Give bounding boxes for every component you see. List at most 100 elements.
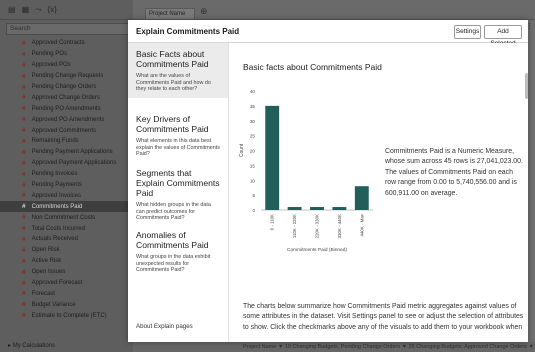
content-scrollbar[interactable] <box>525 73 528 99</box>
braces-icon[interactable]: {x} <box>48 5 57 14</box>
measure-icon: # <box>22 268 26 276</box>
add-tab-icon[interactable]: ⊕ <box>200 6 208 17</box>
y-tick-label: 35 <box>250 104 256 109</box>
field-item[interactable]: # Approved Payment Applications <box>0 158 133 169</box>
nav-item-title: Key Drivers of Commitments Paid <box>136 114 209 134</box>
field-item[interactable]: # Pending Change Requests <box>0 71 133 82</box>
dialog-header: Explain Commitments Paid Settings Add Se… <box>128 20 528 47</box>
chart-bar <box>310 207 324 210</box>
field-label: Open Issues <box>31 269 66 276</box>
field-item[interactable]: # Approved Forecast <box>0 278 133 289</box>
x-tick-label: 440K - Max <box>359 213 364 236</box>
measure-icon: # <box>22 225 26 233</box>
measure-icon: # <box>22 61 26 69</box>
measure-icon: # <box>22 94 26 102</box>
field-item[interactable]: # Pending POs <box>0 49 133 60</box>
table-icon[interactable]: ▤ <box>8 5 16 14</box>
field-item[interactable]: # Budget Variance <box>0 299 133 310</box>
field-item[interactable]: # Pending PO Amendments <box>0 103 133 114</box>
measure-icon: # <box>22 72 26 80</box>
canvas-footer: Project Name ▼ 19 Changing Budgets, Pend… <box>133 342 535 352</box>
field-item[interactable]: # Approved Invoices <box>0 190 133 201</box>
measure-icon: # <box>22 127 26 135</box>
field-list: # Approved Contracts # Pending POs # Approved… <box>0 38 133 321</box>
field-item[interactable]: # Total Costs Incurred <box>0 223 133 234</box>
field-item[interactable]: # Actuals Received <box>0 234 133 245</box>
field-item[interactable]: # Remaining Funds <box>0 136 133 147</box>
field-label: Pending Change Requests <box>31 73 104 80</box>
dialog-title: Explain Commitments Paid <box>136 26 240 36</box>
field-label: Approved Payment Applications <box>31 160 117 167</box>
measure-icon: # <box>22 148 26 156</box>
field-label: Estimate to Complete (ETC) <box>31 312 107 319</box>
field-label: Budget Variance <box>31 301 76 308</box>
field-label: Approved PO Amendments <box>31 116 105 123</box>
measure-icon: # <box>22 192 26 200</box>
field-item[interactable]: # Pending Payment Applications <box>0 147 133 158</box>
nav-item-description: What are the values of Commitments Paid … <box>136 73 211 93</box>
add-selected-button[interactable]: Add Selected <box>484 25 522 47</box>
field-item[interactable]: # Estimate to Complete (ETC) <box>0 310 133 321</box>
field-item[interactable]: # Pending Change Orders <box>0 82 133 93</box>
data-panel: ▤ ▦ ⤳ {x} Search # Approved Contracts # Pen… <box>0 0 133 352</box>
field-item[interactable]: # Approved PO Amendments <box>0 114 133 125</box>
field-item[interactable]: # Open Issues <box>0 267 133 278</box>
analytics-icon[interactable]: ⤳ <box>35 5 41 15</box>
measure-icon: # <box>22 137 26 145</box>
field-item[interactable]: # Forecast <box>0 288 133 299</box>
field-label: Approved Commitments <box>31 127 96 134</box>
nav-anomalies[interactable]: Anomalies of Commitments Paid What group… <box>128 224 228 284</box>
measure-icon: # <box>22 39 26 47</box>
nav-item-description: What elements in this data best explain … <box>136 138 220 158</box>
settings-button[interactable]: Settings <box>454 25 481 39</box>
folder-label: My Calculations <box>12 343 56 349</box>
y-tick-label: 5 <box>252 193 255 198</box>
grid-icon[interactable]: ▦ <box>22 5 30 14</box>
folder-my-calculations[interactable]: ▸ My Calculations <box>8 342 55 349</box>
explain-content: Basic facts about Commitments Paid 0 5 10 1… <box>229 43 528 342</box>
nav-item-description: What hidden groups in the data can predi… <box>136 202 211 222</box>
field-item[interactable]: # Pending Payments <box>0 180 133 191</box>
y-tick-label: 15 <box>250 163 256 168</box>
explain-nav: Basic Facts about Commitments Paid What … <box>128 43 229 342</box>
measure-icon: # <box>22 105 26 113</box>
nav-basic-facts[interactable]: Basic Facts about Commitments Paid What … <box>128 43 228 98</box>
y-axis-label: Count <box>239 143 245 157</box>
nav-key-drivers[interactable]: Key Drivers of Commitments Paid What ele… <box>128 108 228 162</box>
y-tick-label: 0 <box>252 208 255 213</box>
chart-bar <box>332 207 347 210</box>
field-item[interactable]: # Approved Commitments <box>0 125 133 136</box>
x-tick-label: 0 - 110K <box>270 214 275 230</box>
field-item[interactable]: # Approved Change Orders <box>0 92 133 103</box>
measure-icon: # <box>22 159 26 167</box>
field-label: Commitments Paid <box>31 203 83 210</box>
field-item[interactable]: # Commitments Paid <box>0 201 133 213</box>
y-tick-label: 40 <box>250 89 256 94</box>
search-input[interactable]: Search <box>6 23 129 35</box>
field-item[interactable]: # Active Risk <box>0 256 133 267</box>
field-item[interactable]: # Approved POs <box>0 60 133 71</box>
explain-dialog: Explain Commitments Paid Settings Add Se… <box>128 20 528 342</box>
measure-icon: # <box>22 312 26 320</box>
chart-bar <box>354 186 369 210</box>
field-item[interactable]: # Non Commitment Costs <box>0 212 133 223</box>
data-panel-toolbar: ▤ ▦ ⤳ {x} <box>0 0 133 20</box>
field-label: Approved POs <box>31 62 71 69</box>
field-label: Active Risk <box>31 258 62 265</box>
nav-item-title: Segments that Explain Commitments Paid <box>136 168 220 198</box>
measure-icon: # <box>22 279 26 287</box>
field-label: Pending Invoices <box>31 171 78 178</box>
field-item[interactable]: # Approved Contracts <box>0 38 133 49</box>
nav-segments[interactable]: Segments that Explain Commitments Paid W… <box>128 162 228 224</box>
about-explain-link[interactable]: About Explain pages <box>136 323 193 330</box>
x-tick-label: 220K - 330K <box>315 214 320 238</box>
field-item[interactable]: # Open Risk <box>0 245 133 256</box>
field-label: Non Commitment Costs <box>31 214 96 221</box>
nav-item-description: What groups in the data exhibit unexpect… <box>136 254 211 274</box>
canvas-tab[interactable]: Project Name (1) <box>145 8 195 27</box>
field-label: Approved Forecast <box>31 280 83 287</box>
chart-bar <box>265 105 280 210</box>
field-item[interactable]: # Pending Invoices <box>0 169 133 180</box>
field-label: Actuals Received <box>31 236 78 243</box>
measure-icon: # <box>22 290 26 298</box>
